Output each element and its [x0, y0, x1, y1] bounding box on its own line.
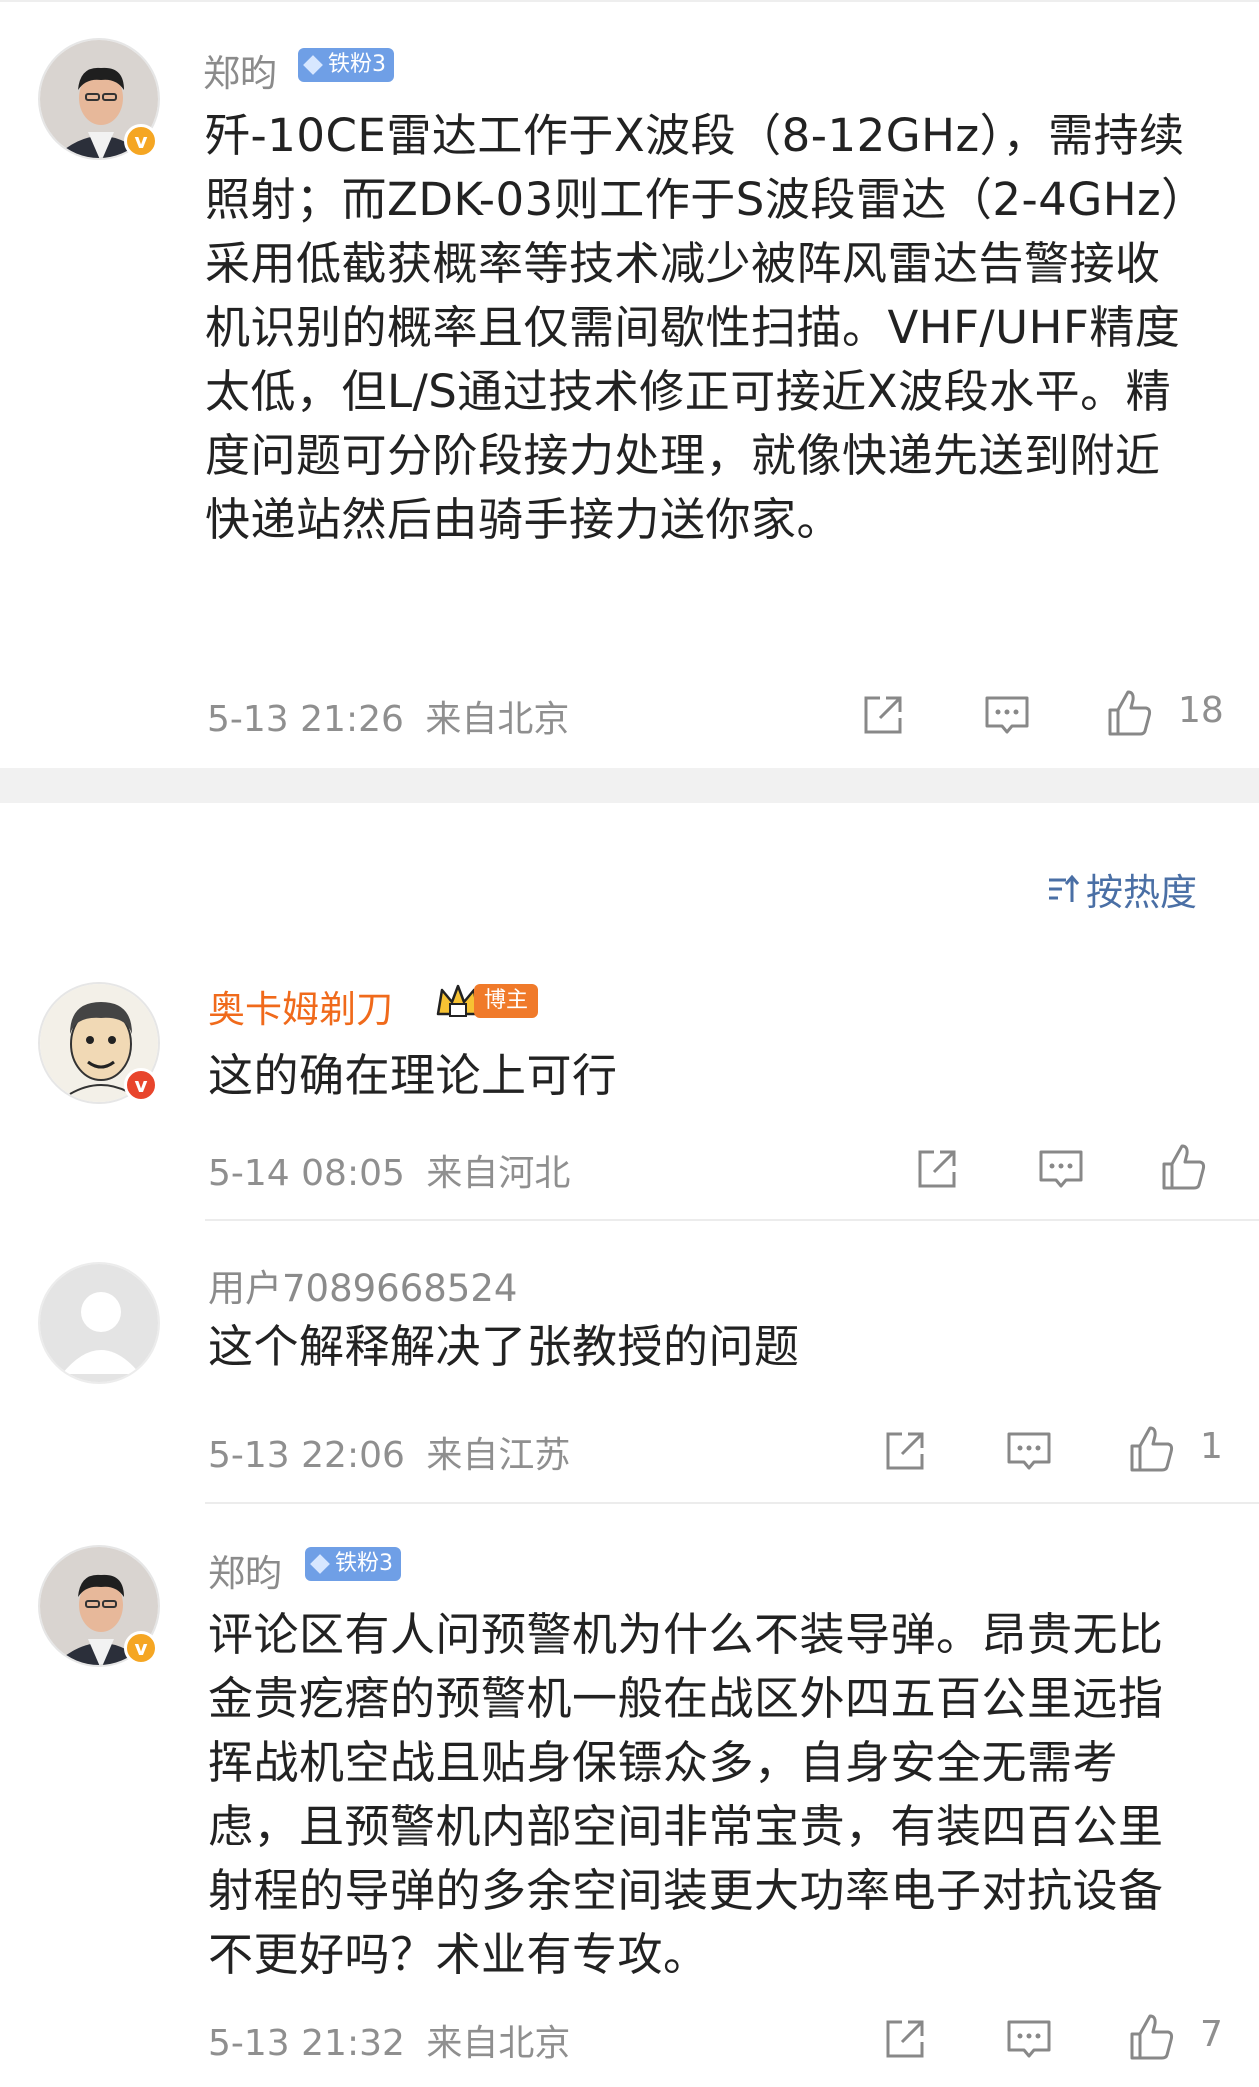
- comment-time: 5-13 22:06: [208, 1435, 405, 1476]
- comment-location: 来自江苏: [426, 1435, 571, 1476]
- verified-icon: v: [124, 1631, 158, 1665]
- diamond-icon: [303, 55, 323, 75]
- avatar[interactable]: [38, 1262, 160, 1384]
- comment-time: 5-13 21:32: [208, 2023, 405, 2064]
- comment-location: 来自河北: [426, 1153, 571, 1194]
- share-icon[interactable]: [858, 690, 908, 740]
- comment-meta: 5-13 22:06 来自江苏: [208, 1426, 570, 1478]
- comment-location: 来自北京: [426, 2023, 571, 2064]
- like-icon[interactable]: [1126, 2012, 1176, 2062]
- comment-meta: 5-14 08:05 来自河北: [208, 1144, 570, 1196]
- commenter-name[interactable]: 郑昀: [203, 43, 277, 97]
- comment-item: v 奥卡姆剃刀 博主 这的确在理论上可行 5-14 08:05 来自河北: [0, 960, 1259, 1220]
- share-icon[interactable]: [912, 1144, 962, 1194]
- share-icon[interactable]: [880, 1426, 930, 1476]
- like-count: 1: [1200, 1426, 1223, 1467]
- comment-text: 这个解释解决了张教授的问题: [208, 1320, 800, 1373]
- diamond-icon: [310, 1554, 330, 1574]
- blogger-badge: 博主: [474, 984, 539, 1018]
- like-icon[interactable]: [1126, 1424, 1176, 1474]
- comment-item: v 郑昀 铁粉3 歼-10CE雷达工作于X波段（8-12GHz），需持续照射；而…: [0, 0, 1259, 768]
- verified-icon: v: [124, 124, 158, 158]
- sort-icon: [1049, 874, 1080, 902]
- commenter-name[interactable]: 用户7089668524: [208, 1258, 517, 1312]
- section-separator: [0, 768, 1259, 803]
- comment-item: v 郑昀 铁粉3 评论区有人问预警机为什么不装导弹。昂贵无比金贵疙瘩的预警机一般…: [0, 1503, 1259, 2087]
- reply-icon[interactable]: [1004, 1426, 1054, 1476]
- comment-time: 5-13 21:26: [207, 699, 404, 740]
- commenter-name[interactable]: 奥卡姆剃刀: [208, 979, 393, 1033]
- blogger-badge-label: 博主: [484, 988, 529, 1013]
- like-icon[interactable]: [1158, 1142, 1208, 1192]
- reply-icon[interactable]: [982, 690, 1032, 740]
- like-icon[interactable]: [1104, 688, 1154, 738]
- comment-text: 歼-10CE雷达工作于X波段（8-12GHz），需持续照射；而ZDK-03则工作…: [205, 109, 1185, 546]
- comment-meta: 5-13 21:26 来自北京: [207, 690, 569, 742]
- reply-icon[interactable]: [1036, 1144, 1086, 1194]
- share-icon[interactable]: [880, 2014, 930, 2064]
- commenter-name[interactable]: 郑昀: [208, 1543, 282, 1597]
- sort-by-heat-button[interactable]: 按热度: [1046, 862, 1197, 916]
- comment-location: 来自北京: [425, 699, 570, 740]
- comment-text: 这的确在理论上可行: [208, 1049, 618, 1102]
- like-count: 7: [1200, 2014, 1223, 2055]
- like-count: 18: [1178, 690, 1224, 731]
- sort-label: 按热度: [1086, 871, 1197, 914]
- fan-badge-label: 铁粉3: [335, 1551, 393, 1576]
- fan-badge-label: 铁粉3: [328, 52, 386, 77]
- comment-meta: 5-13 21:32 来自北京: [208, 2014, 570, 2066]
- comment-time: 5-14 08:05: [208, 1153, 405, 1194]
- fan-level-badge: 铁粉3: [305, 1547, 401, 1581]
- comment-text: 评论区有人问预警机为什么不装导弹。昂贵无比金贵疙瘩的预警机一般在战区外四五百公里…: [208, 1608, 1164, 1981]
- reply-icon[interactable]: [1004, 2014, 1054, 2064]
- verified-icon: v: [124, 1068, 158, 1102]
- fan-level-badge: 铁粉3: [298, 48, 394, 82]
- comment-item: 用户7089668524 这个解释解决了张教授的问题 5-13 22:06 来自…: [0, 1220, 1259, 1502]
